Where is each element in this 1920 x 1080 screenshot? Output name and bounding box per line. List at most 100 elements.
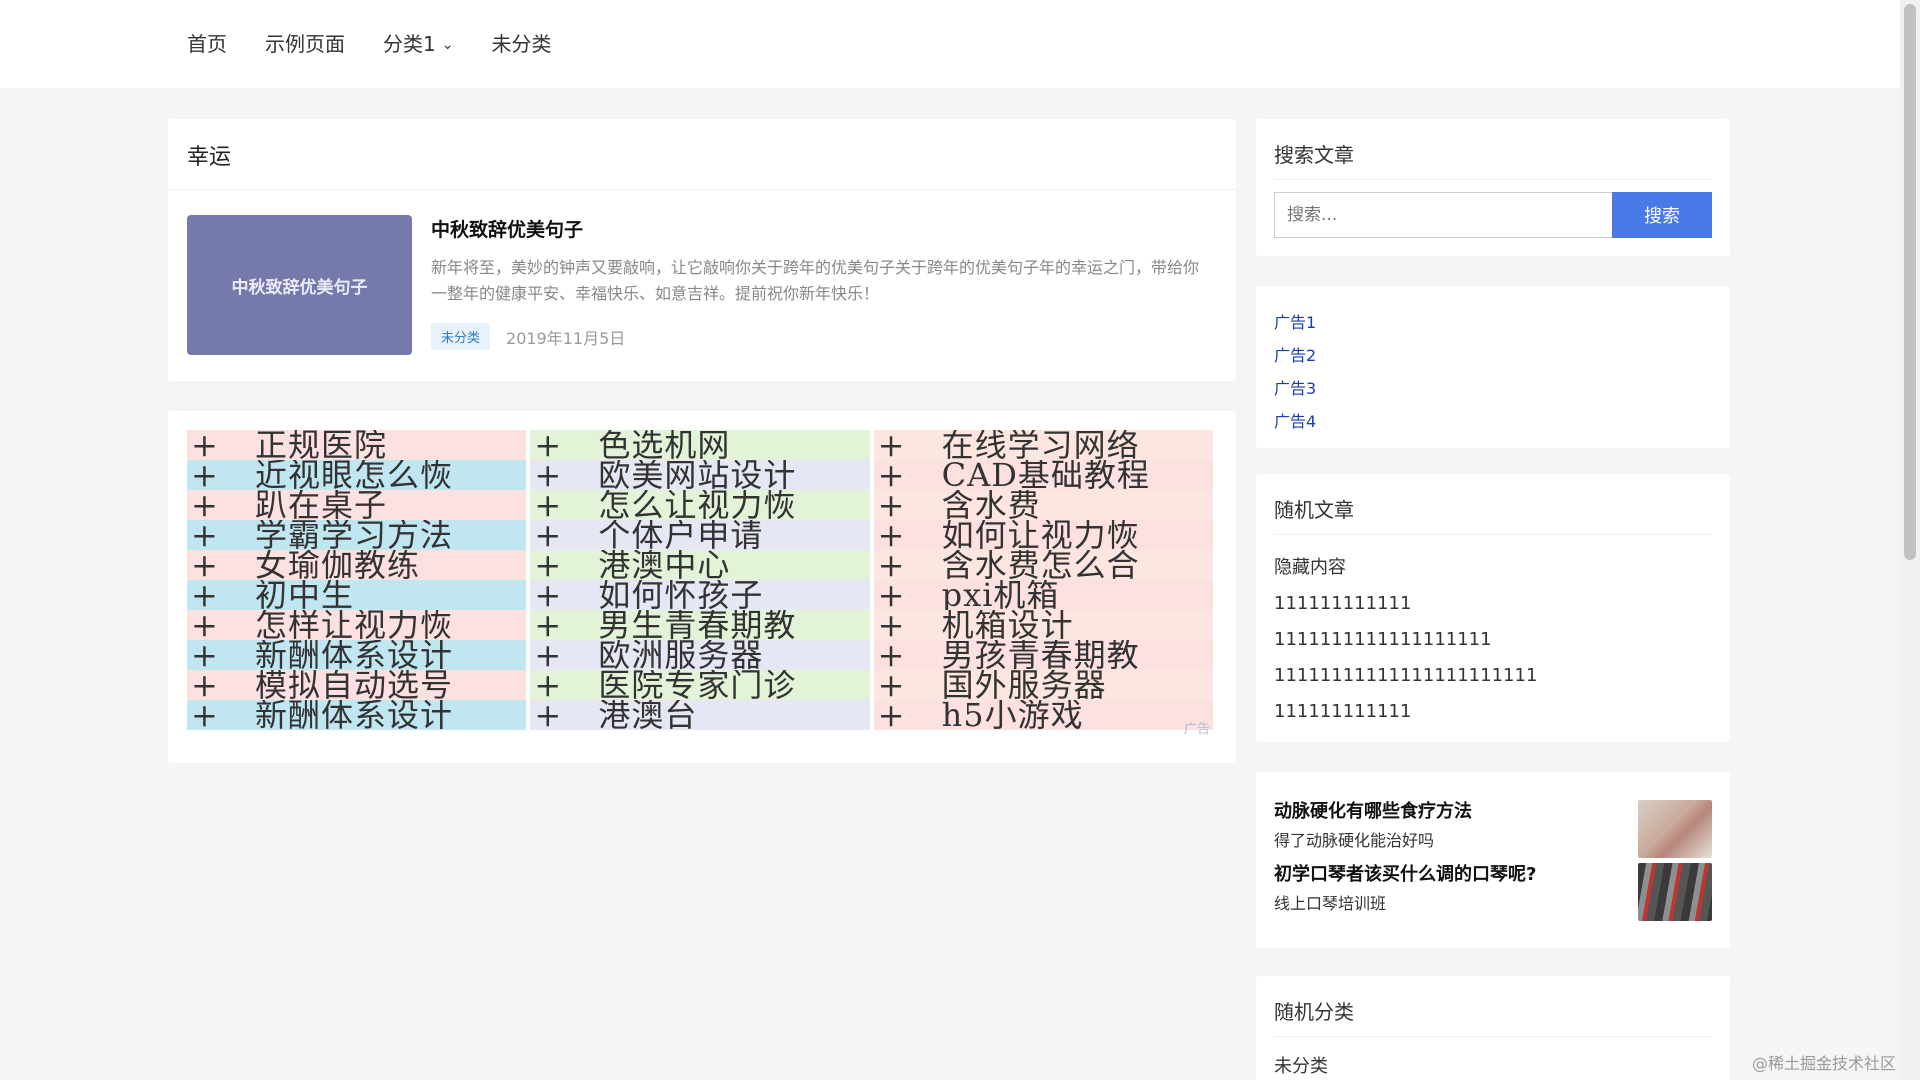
nav-uncategorized[interactable]: 未分类 bbox=[491, 28, 551, 60]
ad-link-text: 女瑜伽教练 bbox=[255, 550, 421, 580]
ad-link[interactable]: + 学霸学习方法 bbox=[187, 520, 527, 550]
ad-link-1[interactable]: 广告1 bbox=[1274, 306, 1316, 339]
plus-icon: + bbox=[191, 670, 219, 700]
plus-icon: + bbox=[534, 700, 563, 730]
ad-link[interactable]: + 个体户申请 bbox=[530, 520, 870, 550]
random-post-link[interactable]: 隐藏内容 bbox=[1274, 550, 1537, 586]
ad-link-4[interactable]: 广告4 bbox=[1274, 405, 1316, 438]
ad-link[interactable]: + 正规医院 bbox=[187, 430, 527, 460]
ad-link-text: 男生青春期教 bbox=[598, 610, 797, 640]
ad-link-text: 个体户申请 bbox=[598, 520, 764, 550]
ad-link-text: 色选机网 bbox=[598, 430, 731, 460]
ad-link-text: 欧洲服务器 bbox=[598, 640, 764, 670]
ad-link[interactable]: + 怎么让视力恢 bbox=[530, 490, 870, 520]
scrollbar-thumb[interactable] bbox=[1904, 4, 1916, 560]
ad-link-text: 国外服务器 bbox=[941, 670, 1107, 700]
plus-icon: + bbox=[877, 520, 906, 550]
ad-link-text: 怎样让视力恢 bbox=[255, 610, 454, 640]
ad-link-text: 港澳台 bbox=[598, 700, 698, 730]
ad-link[interactable]: + pxi机箱 bbox=[873, 580, 1213, 610]
post-title[interactable]: 中秋致辞优美句子 bbox=[431, 215, 583, 242]
ad-link[interactable]: + 初中生 bbox=[187, 580, 527, 610]
ad-link[interactable]: + 近视眼怎么恢 bbox=[187, 460, 527, 490]
plus-icon: + bbox=[534, 490, 563, 520]
post-thumbnail[interactable]: 中秋致辞优美句子 bbox=[187, 215, 412, 355]
plus-icon: + bbox=[877, 640, 906, 670]
search-widget-title: 搜索文章 bbox=[1274, 143, 1354, 167]
post-category-tag[interactable]: 未分类 bbox=[431, 323, 491, 350]
ad-link[interactable]: + 港澳中心 bbox=[530, 550, 870, 580]
plus-icon: + bbox=[877, 670, 906, 700]
ad-link[interactable]: + 色选机网 bbox=[530, 430, 870, 460]
plus-icon: + bbox=[877, 610, 906, 640]
ad-link[interactable]: + 含水费怎么合 bbox=[873, 550, 1213, 580]
ad-link[interactable]: + 趴在桌子 bbox=[187, 490, 527, 520]
plus-icon: + bbox=[534, 550, 563, 580]
promo-item[interactable]: 初学口琴者该买什么调的口琴呢? 线上口琴培训班 bbox=[1274, 860, 1712, 921]
ad-link[interactable]: + 欧洲服务器 bbox=[530, 640, 870, 670]
post-list-card: 幸运 中秋致辞优美句子 中秋致辞优美句子 新年将至，美妙的钟声又要敲响，让它敲响… bbox=[168, 119, 1236, 381]
ad-link[interactable]: + 新酬体系设计 bbox=[187, 640, 527, 670]
random-post-link[interactable]: 111111111111 bbox=[1274, 694, 1537, 730]
random-posts-list: 隐藏内容 111111111111 1111111111111111111 11… bbox=[1274, 550, 1537, 730]
ad-link[interactable]: + CAD基础教程 bbox=[873, 460, 1213, 490]
ad-link-text: 港澳中心 bbox=[598, 550, 731, 580]
ad-links-list: 广告1 广告2 广告3 广告4 bbox=[1274, 306, 1316, 438]
plus-icon: + bbox=[191, 610, 219, 640]
ad-link[interactable]: + 如何让视力恢 bbox=[873, 520, 1213, 550]
page-scrollbar[interactable] bbox=[1900, 0, 1920, 1080]
chevron-down-icon: ⌄ bbox=[441, 37, 454, 53]
plus-icon: + bbox=[191, 640, 219, 670]
ad-link[interactable]: + 男生青春期教 bbox=[530, 610, 870, 640]
ad-link[interactable]: + 模拟自动选号 bbox=[187, 670, 527, 700]
random-post-link[interactable]: 1111111111111111111 bbox=[1274, 622, 1537, 658]
category-link[interactable]: 未分类 bbox=[1274, 1052, 1328, 1078]
ad-link[interactable]: + 怎样让视力恢 bbox=[187, 610, 527, 640]
post-thumbnail-text: 中秋致辞优美句子 bbox=[231, 277, 368, 298]
post-excerpt: 新年将至，美妙的钟声又要敲响，让它敲响你关于跨年的优美句子关于跨年的优美句子年的… bbox=[431, 258, 1200, 303]
ad-link[interactable]: + 医院专家门诊 bbox=[530, 670, 870, 700]
nav-uncategorized-label: 未分类 bbox=[491, 32, 552, 56]
ad-mark-label: 广告 bbox=[1183, 722, 1210, 737]
nav-category-1[interactable]: 分类1 ⌄ bbox=[383, 28, 453, 60]
plus-icon: + bbox=[534, 640, 563, 670]
nav-home[interactable]: 首页 bbox=[187, 28, 227, 60]
ad-link-2[interactable]: 广告2 bbox=[1274, 339, 1316, 372]
random-post-link[interactable]: 11111111111111111111111 bbox=[1274, 658, 1537, 694]
ad-link-text: 趴在桌子 bbox=[255, 490, 388, 520]
plus-icon: + bbox=[191, 430, 219, 460]
ad-column-3: + 在线学习网络 + CAD基础教程 + 含水费 + 如何让视力恢 + 含水费怎么合 + p… bbox=[873, 430, 1213, 730]
random-post-link[interactable]: 111111111111 bbox=[1274, 586, 1537, 622]
ad-link[interactable]: + 女瑜伽教练 bbox=[187, 550, 527, 580]
ad-link[interactable]: + h5小游戏 bbox=[873, 700, 1213, 730]
ad-link-text: 在线学习网络 bbox=[941, 430, 1140, 460]
plus-icon: + bbox=[877, 490, 906, 520]
ad-link[interactable]: + 含水费 bbox=[873, 490, 1213, 520]
ad-link-text: 初中生 bbox=[255, 580, 355, 610]
search-input[interactable] bbox=[1274, 192, 1612, 238]
nav-sample-page[interactable]: 示例页面 bbox=[265, 28, 345, 60]
ad-link[interactable]: + 机箱设计 bbox=[873, 610, 1213, 640]
ad-link-text: 正规医院 bbox=[255, 430, 388, 460]
random-posts-widget: 随机文章 隐藏内容 111111111111 11111111111111111… bbox=[1256, 474, 1730, 742]
ad-link[interactable]: + 港澳台 bbox=[530, 700, 870, 730]
ad-link[interactable]: + 如何怀孩子 bbox=[530, 580, 870, 610]
ad-column-2: + 色选机网 + 欧美网站设计 + 怎么让视力恢 + 个体户申请 + 港澳中心 + 如何怀孩… bbox=[530, 430, 870, 730]
ad-link-text: 如何让视力恢 bbox=[941, 520, 1140, 550]
ad-link-text: 新酬体系设计 bbox=[255, 640, 454, 670]
ad-link[interactable]: + 新酬体系设计 bbox=[187, 700, 527, 730]
plus-icon: + bbox=[191, 460, 219, 490]
promo-widget: 动脉硬化有哪些食疗方法 得了动脉硬化能治好吗 初学口琴者该买什么调的口琴呢? 线… bbox=[1256, 772, 1730, 948]
ad-link[interactable]: + 在线学习网络 bbox=[873, 430, 1213, 460]
search-button[interactable]: 搜索 bbox=[1612, 192, 1712, 238]
ad-link-3[interactable]: 广告3 bbox=[1274, 372, 1316, 405]
plus-icon: + bbox=[534, 670, 563, 700]
promo-item[interactable]: 动脉硬化有哪些食疗方法 得了动脉硬化能治好吗 bbox=[1274, 797, 1712, 858]
ad-link-text: 男孩青春期教 bbox=[941, 640, 1140, 670]
ad-link[interactable]: + 国外服务器 bbox=[873, 670, 1213, 700]
ad-link-grid: + 正规医院 + 近视眼怎么恢 + 趴在桌子 + 学霸学习方法 + 女瑜伽教练 + 初中生 … bbox=[187, 430, 1213, 730]
plus-icon: + bbox=[877, 430, 906, 460]
ad-link[interactable]: + 欧美网站设计 bbox=[530, 460, 870, 490]
ad-link[interactable]: + 男孩青春期教 bbox=[873, 640, 1213, 670]
plus-icon: + bbox=[534, 580, 563, 610]
